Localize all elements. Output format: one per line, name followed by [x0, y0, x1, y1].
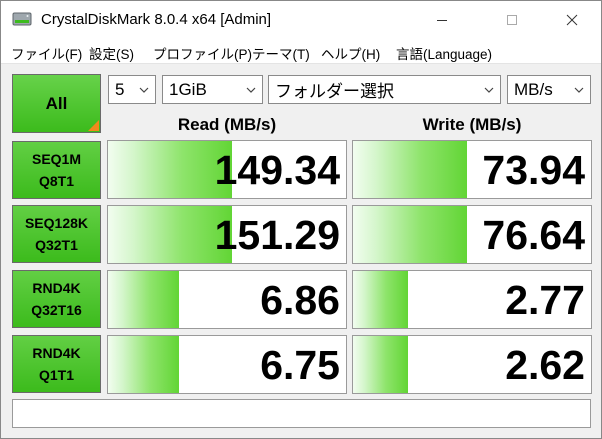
read-result-seq1m-q8t1: 149.34	[107, 140, 347, 199]
write-result-rnd4k-q1t1: 2.62	[352, 335, 592, 394]
test-name: SEQ1M	[31, 151, 81, 167]
test-count-select[interactable]: 5	[108, 75, 156, 104]
write-progress-bar	[353, 336, 408, 393]
read-value: 149.34	[214, 147, 340, 193]
read-progress-bar	[108, 141, 232, 198]
unit-select[interactable]: MB/s	[507, 75, 591, 104]
minimize-icon	[437, 20, 447, 21]
write-progress-bar	[353, 141, 468, 198]
menu-file[interactable]: ファイル(F)	[11, 43, 82, 63]
test-button-seq1m-q8t1[interactable]: SEQ1M Q8T1	[12, 141, 101, 199]
read-value: 6.86	[260, 277, 340, 323]
menu-language[interactable]: 言語(Language)	[396, 43, 492, 63]
write-column-header: Write (MB/s)	[422, 115, 522, 134]
test-name: RND4K	[32, 280, 81, 296]
menu-settings[interactable]: 設定(S)	[89, 43, 134, 63]
read-result-rnd4k-q1t1: 6.75	[107, 335, 347, 394]
write-progress-bar	[353, 206, 468, 263]
write-value: 76.64	[482, 212, 585, 258]
chevron-down-icon	[139, 87, 149, 93]
app-window: CrystalDiskMark 8.0.4 x64 [Admin] ファイル(F…	[0, 0, 602, 439]
write-result-rnd4k-q32t16: 2.77	[352, 270, 592, 329]
read-value: 151.29	[214, 212, 340, 258]
test-button-rnd4k-q32t16[interactable]: RND4K Q32T16	[12, 270, 101, 328]
test-button-seq128k-q32t1[interactable]: SEQ128K Q32T1	[12, 205, 101, 263]
close-button[interactable]	[549, 1, 595, 39]
menu-theme[interactable]: テーマ(T)	[252, 43, 310, 63]
test-queue: Q8T1	[38, 173, 74, 189]
read-result-seq128k-q32t1: 151.29	[107, 205, 347, 264]
disk-app-icon	[12, 12, 32, 26]
title-bar[interactable]: CrystalDiskMark 8.0.4 x64 [Admin]	[1, 1, 601, 39]
write-result-seq128k-q32t1: 76.64	[352, 205, 592, 264]
all-test-button[interactable]: All	[12, 74, 101, 133]
test-queue: Q32T16	[31, 302, 82, 318]
window-title: CrystalDiskMark 8.0.4 x64 [Admin]	[41, 11, 272, 28]
read-progress-bar	[108, 336, 180, 393]
read-column-header: Read (MB/s)	[177, 115, 277, 134]
read-progress-bar	[108, 271, 180, 328]
corner-marker-icon	[88, 120, 99, 131]
menu-bar: ファイル(F) 設定(S) プロファイル(P) テーマ(T) ヘルプ(H) 言語…	[1, 39, 601, 64]
minimize-button[interactable]	[419, 1, 465, 39]
menu-help[interactable]: ヘルプ(H)	[321, 43, 380, 63]
test-name: SEQ128K	[24, 215, 89, 231]
maximize-icon	[507, 15, 517, 25]
test-count-value: 5	[115, 79, 125, 99]
maximize-button[interactable]	[489, 1, 535, 39]
test-queue: Q1T1	[38, 367, 74, 383]
target-drive-select[interactable]: フォルダー選択	[268, 75, 501, 104]
write-value: 73.94	[482, 147, 585, 193]
menu-profile[interactable]: プロファイル(P)	[153, 43, 252, 63]
write-value: 2.62	[505, 342, 585, 388]
chevron-down-icon	[574, 87, 584, 93]
read-progress-bar	[108, 206, 232, 263]
read-result-rnd4k-q32t16: 6.86	[107, 270, 347, 329]
test-size-value: 1GiB	[169, 79, 207, 99]
read-value: 6.75	[260, 342, 340, 388]
test-queue: Q32T1	[35, 237, 78, 253]
chevron-down-icon	[246, 87, 256, 93]
chevron-down-icon	[484, 87, 494, 93]
unit-value: MB/s	[514, 79, 553, 99]
test-button-rnd4k-q1t1[interactable]: RND4K Q1T1	[12, 335, 101, 393]
target-drive-value: フォルダー選択	[275, 82, 394, 101]
all-button-label: All	[45, 93, 68, 113]
close-icon	[566, 14, 578, 26]
test-size-select[interactable]: 1GiB	[162, 75, 263, 104]
write-progress-bar	[353, 271, 408, 328]
write-result-seq1m-q8t1: 73.94	[352, 140, 592, 199]
test-name: RND4K	[32, 345, 81, 361]
write-value: 2.77	[505, 277, 585, 323]
comment-input[interactable]	[12, 399, 591, 428]
